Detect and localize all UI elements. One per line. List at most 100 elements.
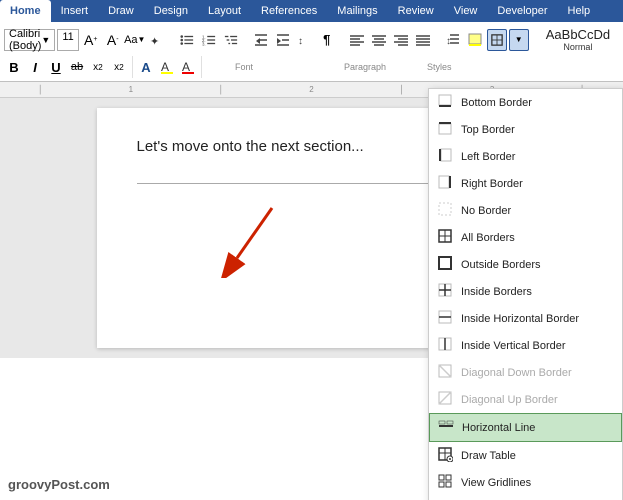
show-marks-button[interactable]: ¶ [317,29,337,51]
dropdown-item-view-gridlines[interactable]: View Gridlines [429,469,622,496]
borders-dropdown-menu: Bottom Border Top Border Left Border Right … [428,88,623,500]
dropdown-item-all-borders[interactable]: All Borders [429,224,622,251]
dropdown-item-label: All Borders [461,232,515,244]
increase-indent-button[interactable] [273,29,293,51]
right-border-icon [437,174,453,193]
bottom-border-icon [437,93,453,112]
watermark: groovyPost.com [8,477,110,492]
clear-formatting-button[interactable]: ✦ [147,29,167,51]
text-effects-button[interactable]: A [136,56,156,78]
font-shrink-button[interactable]: A- [103,29,123,51]
paragraph-group-label: Paragraph [344,62,386,72]
align-center-button[interactable] [369,29,389,51]
normal-label: Normal [563,42,592,52]
styles-nospace[interactable]: AaBbCcDd 1 No Sp... [619,25,623,54]
dropdown-item-borders-shading[interactable]: Borders and Shading... [429,496,622,500]
bullets-button[interactable] [177,29,197,51]
dropdown-item-label: Inside Vertical Border [461,340,566,352]
font-size-label: 11 [62,31,73,43]
dropdown-item-label: Bottom Border [461,97,532,109]
change-case-button[interactable]: Aa▼ [125,29,145,51]
justify-button[interactable] [413,29,433,51]
svg-text:↕: ↕ [446,36,451,46]
svg-text:✦: ✦ [150,36,159,47]
dropdown-item-label: Draw Table [461,450,516,462]
sort-button[interactable]: ↕ [295,29,315,51]
ribbon-tab-mailings[interactable]: Mailings [327,0,387,22]
ribbon-tab-developer[interactable]: Developer [487,0,557,22]
font-color-button[interactable]: A [178,56,198,78]
styles-group-label: Styles [427,62,452,72]
decrease-indent-button[interactable] [251,29,271,51]
dropdown-item-label: No Border [461,205,511,217]
font-name-selector[interactable]: Calibri (Body) ▼ [4,29,55,51]
ribbon-tab-view[interactable]: View [444,0,488,22]
h-line-icon [438,418,454,437]
dropdown-item-label: Diagonal Up Border [461,394,558,406]
dropdown-item-no-border[interactable]: No Border [429,197,622,224]
subscript-button[interactable]: x2 [88,56,108,78]
dropdown-item-draw-table[interactable]: Draw Table [429,442,622,469]
svg-text:3.: 3. [202,41,206,46]
font-dropdown-icon: ▼ [41,35,50,45]
dropdown-item-label: View Gridlines [461,477,531,489]
dropdown-item-label: Diagonal Down Border [461,367,572,379]
annotation-arrow [217,198,297,281]
dropdown-item-label: Outside Borders [461,259,540,271]
line-spacing-button[interactable]: ↕ [443,29,463,51]
dropdown-item-h-line[interactable]: Horizontal Line [429,413,622,442]
view-gridlines-icon [437,473,453,492]
inside-borders-icon [437,282,453,301]
dropdown-item-diag-up-border: Diagonal Up Border [429,386,622,413]
align-left-button[interactable] [347,29,367,51]
shading-button[interactable] [465,29,485,51]
ribbon-tab-references[interactable]: References [251,0,327,22]
no-border-icon [437,201,453,220]
dropdown-item-label: Horizontal Line [462,422,535,434]
align-right-button[interactable] [391,29,411,51]
inside-v-border-icon [437,336,453,355]
dropdown-item-right-border[interactable]: Right Border [429,170,622,197]
borders-dropdown-button[interactable]: ▼ [509,29,529,51]
dropdown-item-inside-v-border[interactable]: Inside Vertical Border [429,332,622,359]
ribbon-tab-insert[interactable]: Insert [51,0,99,22]
font-group-label: Font [235,62,253,72]
dropdown-item-inside-borders[interactable]: Inside Borders [429,278,622,305]
svg-text:A: A [182,60,190,74]
italic-button[interactable]: I [25,56,45,78]
multilevel-list-button[interactable] [221,29,241,51]
dropdown-item-inside-h-border[interactable]: Inside Horizontal Border [429,305,622,332]
inside-h-border-icon [437,309,453,328]
underline-button[interactable]: U [46,56,66,78]
dropdown-item-label: Right Border [461,178,523,190]
ribbon-tab-draw[interactable]: Draw [98,0,144,22]
highlight-button[interactable]: A [157,56,177,78]
top-border-icon [437,120,453,139]
font-grow-button[interactable]: A+ [81,29,101,51]
diag-up-border-icon [437,390,453,409]
dropdown-item-diag-down-border: Diagonal Down Border [429,359,622,386]
superscript-button[interactable]: x2 [109,56,129,78]
dropdown-item-label: Inside Borders [461,286,532,298]
font-name-label: Calibri (Body) [9,28,41,52]
ribbon-tab-help[interactable]: Help [558,0,601,22]
dropdown-item-outside-borders[interactable]: Outside Borders [429,251,622,278]
styles-normal[interactable]: AaBbCcDd Normal [539,25,617,54]
strikethrough-button[interactable]: ab [67,56,87,78]
left-border-icon [437,147,453,166]
ribbon-tab-review[interactable]: Review [388,0,444,22]
ribbon-tab-design[interactable]: Design [144,0,198,22]
numbering-button[interactable]: 1.2.3. [199,29,219,51]
dropdown-item-bottom-border[interactable]: Bottom Border [429,89,622,116]
dropdown-item-label: Inside Horizontal Border [461,313,579,325]
dropdown-item-top-border[interactable]: Top Border [429,116,622,143]
ribbon-tab-layout[interactable]: Layout [198,0,251,22]
dropdown-item-label: Left Border [461,151,515,163]
bold-button[interactable]: B [4,56,24,78]
ribbon-tab-home[interactable]: Home [0,0,51,22]
font-size-selector[interactable]: 11 [57,29,78,51]
svg-text:A: A [161,60,169,74]
borders-button[interactable] [487,29,507,51]
outside-borders-icon [437,255,453,274]
dropdown-item-left-border[interactable]: Left Border [429,143,622,170]
